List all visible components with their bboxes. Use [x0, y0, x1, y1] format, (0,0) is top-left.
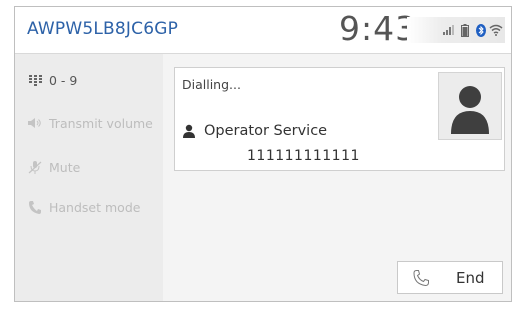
signal-icon	[443, 25, 454, 35]
sidebar-item-label: 0 - 9	[49, 72, 78, 88]
person-icon	[182, 124, 196, 138]
sidebar-item-label: Handset mode	[49, 199, 141, 215]
contact-name: Operator Service	[204, 123, 328, 139]
device-name: AWPW5LB8JC6GP	[27, 19, 179, 39]
clock: 9:43	[339, 9, 418, 48]
sidebar-item-label: Mute	[49, 159, 81, 175]
handset-icon	[27, 200, 43, 214]
sidebar-item-handset-mode[interactable]: Handset mode	[27, 196, 140, 218]
call-content-area: Dialling... Operator Service 11111111111…	[163, 54, 511, 301]
phone-call-screen: AWPW5LB8JC6GP 9:43 0 - 9 Transmit volume…	[14, 6, 512, 302]
speaker-icon	[27, 116, 43, 130]
call-options-sidebar: 0 - 9 Transmit volume Mute Handset mode	[15, 54, 163, 301]
status-tray	[407, 17, 505, 43]
sidebar-item-label: Transmit volume	[49, 115, 153, 131]
end-call-button[interactable]: End	[397, 261, 503, 294]
person-avatar-icon	[451, 86, 489, 134]
header-bar: AWPW5LB8JC6GP 9:43	[15, 7, 511, 54]
keypad-icon	[27, 73, 43, 87]
phone-number: 111111111111	[247, 148, 360, 164]
contact-row: Operator Service	[182, 123, 327, 139]
mic-mute-icon	[27, 160, 43, 174]
end-call-label: End	[456, 268, 485, 287]
bluetooth-icon	[476, 24, 486, 37]
call-info-card: Dialling... Operator Service 11111111111…	[174, 67, 505, 171]
sidebar-item-mute[interactable]: Mute	[27, 156, 80, 178]
battery-icon	[461, 24, 469, 37]
contact-avatar	[438, 72, 502, 140]
call-status: Dialling...	[182, 77, 241, 92]
phone-icon	[412, 269, 430, 287]
sidebar-item-transmit-volume[interactable]: Transmit volume	[27, 112, 153, 134]
sidebar-item-keypad[interactable]: 0 - 9	[27, 69, 77, 91]
wifi-icon	[489, 24, 503, 36]
